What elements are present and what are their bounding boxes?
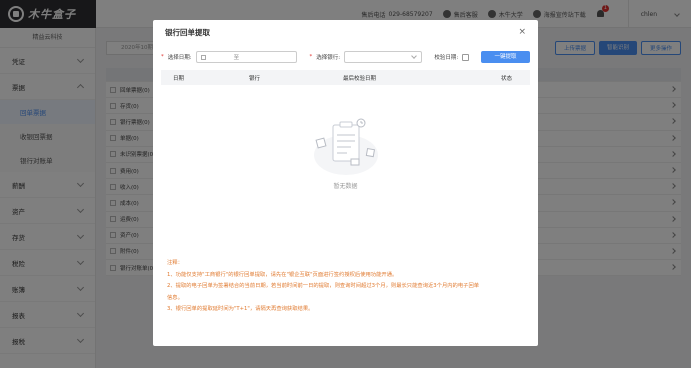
- empty-clipboard-icon: [311, 115, 381, 179]
- filter-bar: * 选择日期: 至 * 选择银行: 校验日期: 一键提取: [153, 44, 538, 70]
- dialog-title: 银行回单提取: [165, 27, 210, 37]
- note-item: 1、功能仅支持"工商银行"的银行回单提取，请先在"银企互联"页面进行签约授权后使…: [167, 271, 398, 278]
- dialog-header: 银行回单提取 ×: [153, 20, 538, 44]
- bank-label: 选择银行:: [316, 55, 341, 61]
- date-range-separator: 至: [233, 55, 240, 61]
- date-range-picker[interactable]: 至: [195, 51, 298, 63]
- calendar-icon: [200, 54, 206, 60]
- required-mark: *: [161, 54, 164, 60]
- column-status: 状态: [500, 75, 512, 82]
- close-icon[interactable]: ×: [518, 27, 526, 37]
- date-label: 选择日期:: [167, 55, 192, 61]
- notes: 注释： 1、功能仅支持"工商银行"的银行回单提取，请先在"银企互联"页面进行签约…: [167, 258, 507, 316]
- note-item: 3、银行回单的提取延时间为"T+1"，请隔天再查询获取结果。: [167, 306, 314, 312]
- verify-date-label: 校验日期:: [434, 55, 459, 61]
- bank-select[interactable]: [344, 51, 423, 63]
- notes-title: 注释：: [167, 260, 183, 266]
- empty-text: 暂无数据: [333, 183, 358, 190]
- table-header: 日期 银行 最后校验日期 状态: [161, 70, 530, 85]
- column-date: 日期: [173, 75, 185, 82]
- verify-date-checkbox[interactable]: [462, 53, 470, 61]
- required-mark: *: [309, 54, 313, 60]
- chevron-down-icon: [411, 53, 418, 59]
- column-last-verify-date: 最后校验日期: [343, 75, 377, 82]
- column-bank: 银行: [249, 75, 261, 82]
- one-click-fetch-button[interactable]: 一键提取: [481, 51, 530, 63]
- empty-state: 暂无数据: [153, 115, 538, 190]
- note-item: 2、提取的电子回单为签署结合的当前日期，若当前时间前一日的提取，则查询时间超过3…: [167, 283, 480, 289]
- bank-receipt-dialog: 银行回单提取 × * 选择日期: 至 * 选择银行: 校验日期: 一键提取 日期…: [153, 20, 538, 346]
- note-item: 信息。: [167, 294, 183, 301]
